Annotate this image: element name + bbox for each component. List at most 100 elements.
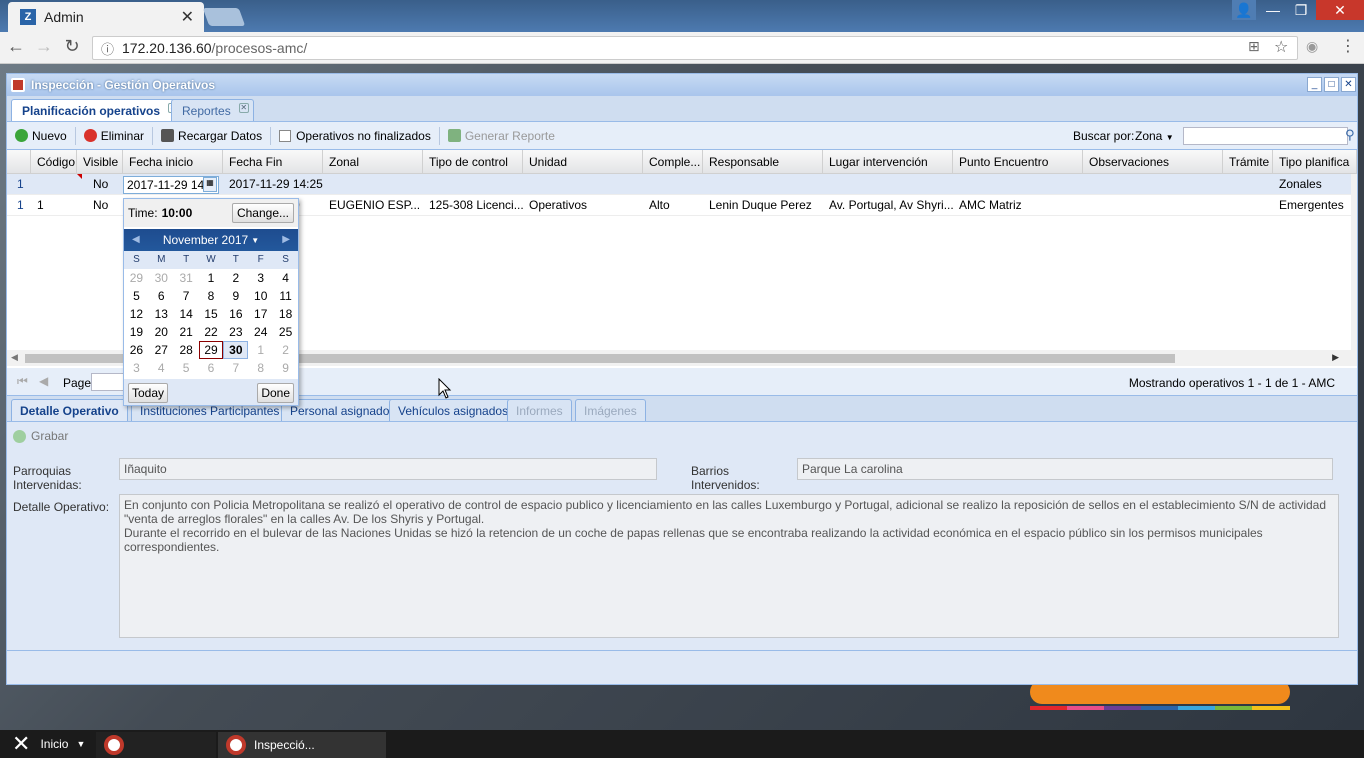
- calendar-day[interactable]: 5: [174, 359, 199, 377]
- page-number-input[interactable]: [91, 373, 127, 391]
- calendar-day[interactable]: 9: [273, 359, 298, 377]
- calendar-day[interactable]: 31: [174, 269, 199, 287]
- done-button[interactable]: Done: [257, 383, 294, 403]
- today-button[interactable]: Today: [128, 383, 169, 403]
- barrios-field[interactable]: Parque La carolina: [797, 458, 1333, 480]
- col-header[interactable]: Tipo planifica: [1273, 150, 1357, 174]
- next-month-icon[interactable]: ▶: [282, 229, 290, 251]
- menu-icon[interactable]: ⋮: [1340, 36, 1356, 56]
- calendar-day[interactable]: 23: [223, 323, 248, 341]
- calendar-day[interactable]: 14: [174, 305, 199, 323]
- col-header[interactable]: Zonal: [323, 150, 423, 174]
- calendar-day[interactable]: 1: [199, 269, 224, 287]
- translate-icon[interactable]: ⊞: [1248, 38, 1260, 55]
- col-header[interactable]: Comple...: [643, 150, 703, 174]
- calendar-day[interactable]: 29: [124, 269, 149, 287]
- calendar-day[interactable]: 27: [149, 341, 174, 359]
- calendar-day[interactable]: 10: [248, 287, 273, 305]
- tab-vehiculos-asignados[interactable]: Vehículos asignados: [389, 399, 518, 421]
- profile-icon[interactable]: 👤: [1232, 0, 1256, 20]
- calendar-day-selected[interactable]: 30: [223, 341, 249, 359]
- col-header[interactable]: Tipo de control: [423, 150, 523, 174]
- new-tab-button[interactable]: [202, 8, 246, 26]
- calendar-day[interactable]: 5: [124, 287, 149, 305]
- grabar-button[interactable]: Grabar: [13, 429, 68, 443]
- vertical-scrollbar[interactable]: [1351, 174, 1357, 350]
- calendar-day[interactable]: 1: [248, 341, 273, 359]
- buscar-field-dropdown[interactable]: Zona ▼: [1135, 129, 1174, 143]
- tab-informes[interactable]: Informes: [507, 399, 572, 421]
- calendar-day[interactable]: 11: [273, 287, 298, 305]
- parroquias-field[interactable]: Iñaquito: [119, 458, 657, 480]
- taskbar-app-button[interactable]: Inspecció...: [218, 732, 386, 758]
- info-icon[interactable]: ⓘ: [101, 39, 114, 58]
- first-page-icon[interactable]: ⏮: [17, 374, 28, 389]
- calendar-day[interactable]: 24: [248, 323, 273, 341]
- search-input[interactable]: [1183, 127, 1348, 145]
- prev-page-icon[interactable]: ◀: [39, 374, 48, 388]
- calendar-day[interactable]: 4: [149, 359, 174, 377]
- calendar-day[interactable]: 3: [124, 359, 149, 377]
- col-header[interactable]: Lugar intervención: [823, 150, 953, 174]
- calendar-day[interactable]: 7: [223, 359, 248, 377]
- calendar-day[interactable]: 21: [174, 323, 199, 341]
- scroll-left-icon[interactable]: ◀: [11, 352, 18, 363]
- calendar-day[interactable]: 2: [273, 341, 298, 359]
- month-selector[interactable]: November 2017 ▼: [124, 229, 298, 251]
- nuevo-button[interactable]: Nuevo: [13, 125, 69, 147]
- calendar-day[interactable]: 9: [223, 287, 248, 305]
- search-icon[interactable]: ⚲: [1345, 127, 1359, 143]
- window-minimize-icon[interactable]: _: [1307, 77, 1322, 92]
- col-header[interactable]: Visible: [77, 150, 123, 174]
- calendar-day[interactable]: 2: [223, 269, 248, 287]
- calendar-day[interactable]: 20: [149, 323, 174, 341]
- calendar-day[interactable]: 6: [199, 359, 224, 377]
- reload-icon[interactable]: ↻: [60, 36, 84, 57]
- calendar-trigger-icon[interactable]: ▦: [203, 177, 217, 192]
- taskbar-pinned-app[interactable]: [96, 732, 216, 758]
- calendar-day[interactable]: 26: [124, 341, 149, 359]
- calendar-day[interactable]: 22: [199, 323, 224, 341]
- col-header[interactable]: Responsable: [703, 150, 823, 174]
- checkbox[interactable]: [279, 129, 292, 142]
- back-icon[interactable]: ←: [4, 36, 28, 57]
- calendar-day[interactable]: 15: [199, 305, 224, 323]
- calendar-day[interactable]: 19: [124, 323, 149, 341]
- tab-planificacion-operativos[interactable]: Planificación operativos ✕: [11, 99, 184, 121]
- eliminar-button[interactable]: Eliminar: [82, 125, 146, 147]
- calendar-day[interactable]: 12: [124, 305, 149, 323]
- maximize-window-icon[interactable]: ❐: [1288, 0, 1314, 20]
- tab-imagenes[interactable]: Imágenes: [575, 399, 646, 421]
- col-header[interactable]: Fecha Fin: [223, 150, 323, 174]
- recargar-button[interactable]: Recargar Datos: [159, 125, 264, 147]
- close-tab-icon[interactable]: ✕: [181, 7, 194, 27]
- calendar-day[interactable]: 28: [174, 341, 199, 359]
- calendar-day[interactable]: 4: [273, 269, 298, 287]
- col-header[interactable]: Código: [31, 150, 77, 174]
- calendar-day[interactable]: 18: [273, 305, 298, 323]
- start-button[interactable]: ✕ Inicio ▼: [0, 730, 94, 758]
- calendar-day[interactable]: 16: [223, 305, 248, 323]
- generar-reporte-button[interactable]: Generar Reporte: [446, 125, 557, 147]
- scroll-right-icon[interactable]: ▶: [1332, 352, 1339, 363]
- col-header[interactable]: Unidad: [523, 150, 643, 174]
- col-header[interactable]: Observaciones: [1083, 150, 1223, 174]
- col-header[interactable]: Trámite: [1223, 150, 1273, 174]
- bookmark-star-icon[interactable]: ☆: [1274, 37, 1288, 57]
- calendar-day-today[interactable]: 29: [198, 341, 224, 359]
- calendar-day[interactable]: 30: [149, 269, 174, 287]
- address-bar[interactable]: ⓘ 172.20.136.60/procesos-amc/: [92, 36, 1298, 60]
- calendar-day[interactable]: 8: [248, 359, 273, 377]
- calendar-day[interactable]: 6: [149, 287, 174, 305]
- change-time-button[interactable]: Change...: [231, 203, 294, 223]
- camera-icon[interactable]: ◉: [1306, 38, 1318, 55]
- calendar-day[interactable]: 17: [248, 305, 273, 323]
- minimize-window-icon[interactable]: —: [1260, 0, 1286, 20]
- calendar-day[interactable]: 25: [273, 323, 298, 341]
- browser-tab[interactable]: Z Admin ✕: [8, 2, 204, 32]
- calendar-day[interactable]: 13: [149, 305, 174, 323]
- forward-icon[interactable]: →: [32, 36, 56, 57]
- col-header[interactable]: Fecha inicio: [123, 150, 223, 174]
- calendar-day[interactable]: 3: [248, 269, 273, 287]
- col-header[interactable]: Punto Encuentro: [953, 150, 1083, 174]
